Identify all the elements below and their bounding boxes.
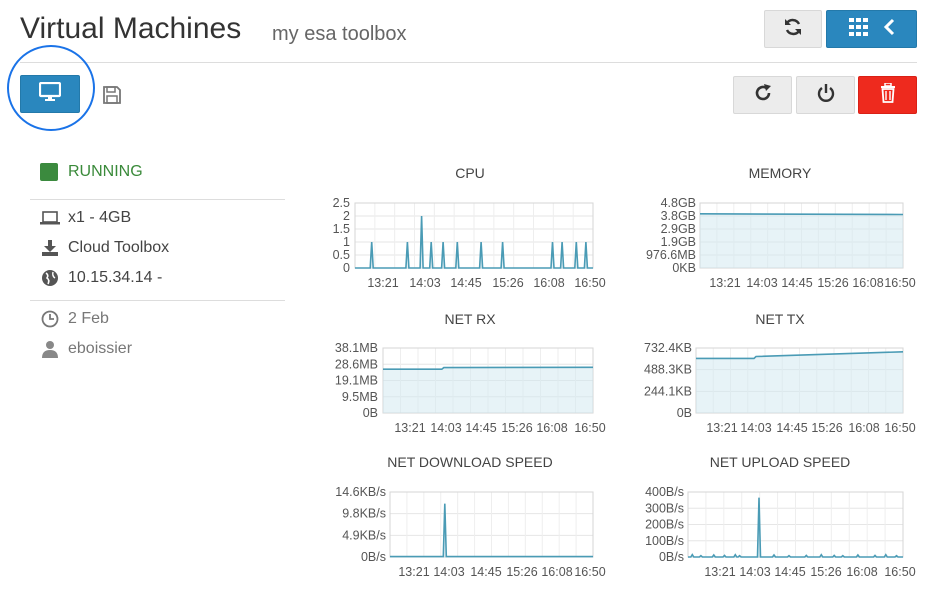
net-upload-x-tick: 14:45 <box>774 565 805 579</box>
net-rx-y-tick: 38.1MB <box>335 341 378 355</box>
net-upload-y-tick: 0B/s <box>659 550 684 564</box>
memory-x-tick: 14:03 <box>746 276 777 290</box>
net-upload-x-tick: 16:08 <box>846 565 877 579</box>
memory-chart-title: MEMORY <box>748 165 812 181</box>
memory-area <box>700 213 903 268</box>
net-rx-x-tick: 16:08 <box>536 421 567 435</box>
net-download-x-tick: 13:21 <box>398 565 429 579</box>
net-upload-y-tick: 100B/s <box>645 534 684 548</box>
net-upload-y-tick: 200B/s <box>645 518 684 532</box>
memory-x-tick: 14:45 <box>781 276 812 290</box>
net-tx-y-tick: 732.4KB <box>644 341 692 355</box>
memory-x-tick: 16:50 <box>884 276 915 290</box>
net-tx-x-tick: 13:21 <box>706 421 737 435</box>
net-download-y-tick: 14.6KB/s <box>335 485 386 499</box>
net-tx-y-tick: 0B <box>677 406 692 420</box>
cpu-x-tick: 15:26 <box>492 276 523 290</box>
charts-svg: 2.521.510.5013:21 14:03 14:45 15:26 16:08 16:… <box>333 196 916 579</box>
memory-y-tick: 3.8GB <box>661 209 696 223</box>
net-download-x-tick: 14:45 <box>470 565 501 579</box>
cpu-y-tick: 0 <box>343 261 350 275</box>
net-rx-x-tick: 14:03 <box>430 421 461 435</box>
net-upload-y-tick: 300B/s <box>645 501 684 515</box>
memory-x-tick: 13:21 <box>709 276 740 290</box>
net-download-x-tick: 16:50 <box>574 565 605 579</box>
net-upload-x-tick: 14:03 <box>739 565 770 579</box>
net-rx-x-tick: 15:26 <box>501 421 532 435</box>
net-upload-x-tick: 16:50 <box>884 565 915 579</box>
net-rx-y-tick: 19.1MB <box>335 374 378 388</box>
net-upload-y-tick: 400B/s <box>645 485 684 499</box>
memory-y-tick: 1.9GB <box>661 235 696 249</box>
cpu-x-tick: 16:50 <box>574 276 605 290</box>
net-rx-y-tick: 0B <box>363 406 378 420</box>
net-tx-x-tick: 16:08 <box>848 421 879 435</box>
memory-y-tick: 976.6MB <box>646 248 696 262</box>
net-tx-x-tick: 16:50 <box>884 421 915 435</box>
net-tx-x-tick: 14:03 <box>740 421 771 435</box>
net-rx-x-tick: 14:45 <box>465 421 496 435</box>
cpu-y-tick: 0.5 <box>333 248 350 262</box>
net-rx-chart-title: NET RX <box>444 311 496 327</box>
memory-y-tick: 2.9GB <box>661 222 696 236</box>
cpu-x-tick: 14:03 <box>409 276 440 290</box>
memory-series-line <box>699 213 904 216</box>
net-upload-x-tick: 13:21 <box>704 565 735 579</box>
net-download-x-tick: 14:03 <box>433 565 464 579</box>
net-upload-x-tick: 15:26 <box>810 565 841 579</box>
net-rx-y-tick: 9.5MB <box>342 390 378 404</box>
net-download-x-tick: 16:08 <box>541 565 572 579</box>
net-tx-chart-title: NET TX <box>755 311 805 327</box>
memory-x-tick: 15:26 <box>817 276 848 290</box>
net-tx-x-tick: 15:26 <box>811 421 842 435</box>
net-upload-chart-title: NET UPLOAD SPEED <box>709 454 851 470</box>
memory-y-tick: 4.8GB <box>661 196 696 210</box>
cpu-y-tick: 1.5 <box>333 222 350 236</box>
net-download-x-tick: 15:26 <box>506 565 537 579</box>
net-rx-y-tick: 28.6MB <box>335 357 378 371</box>
net-rx-area <box>383 367 593 413</box>
cpu-y-tick: 2.5 <box>333 196 350 210</box>
cpu-x-tick: 16:08 <box>533 276 564 290</box>
cpu-y-tick: 2 <box>343 209 350 223</box>
memory-x-tick: 16:08 <box>852 276 883 290</box>
net-download-chart-title: NET DOWNLOAD SPEED <box>387 454 553 470</box>
net-download-y-tick: 4.9KB/s <box>342 528 386 542</box>
cpu-x-tick: 13:21 <box>367 276 398 290</box>
net-tx-x-tick: 14:45 <box>776 421 807 435</box>
net-download-y-tick: 0B/s <box>361 550 386 564</box>
net-tx-area <box>696 351 903 413</box>
net-tx-y-tick: 244.1KB <box>644 384 692 398</box>
net-download-y-tick: 9.8KB/s <box>342 507 386 521</box>
memory-y-tick: 0KB <box>672 261 696 275</box>
cpu-y-tick: 1 <box>343 235 350 249</box>
net-tx-y-tick: 488.3KB <box>644 363 692 377</box>
cpu-x-tick: 14:45 <box>450 276 481 290</box>
net-rx-x-tick: 13:21 <box>394 421 425 435</box>
net-rx-x-tick: 16:50 <box>574 421 605 435</box>
cpu-chart-title: CPU <box>455 165 485 181</box>
